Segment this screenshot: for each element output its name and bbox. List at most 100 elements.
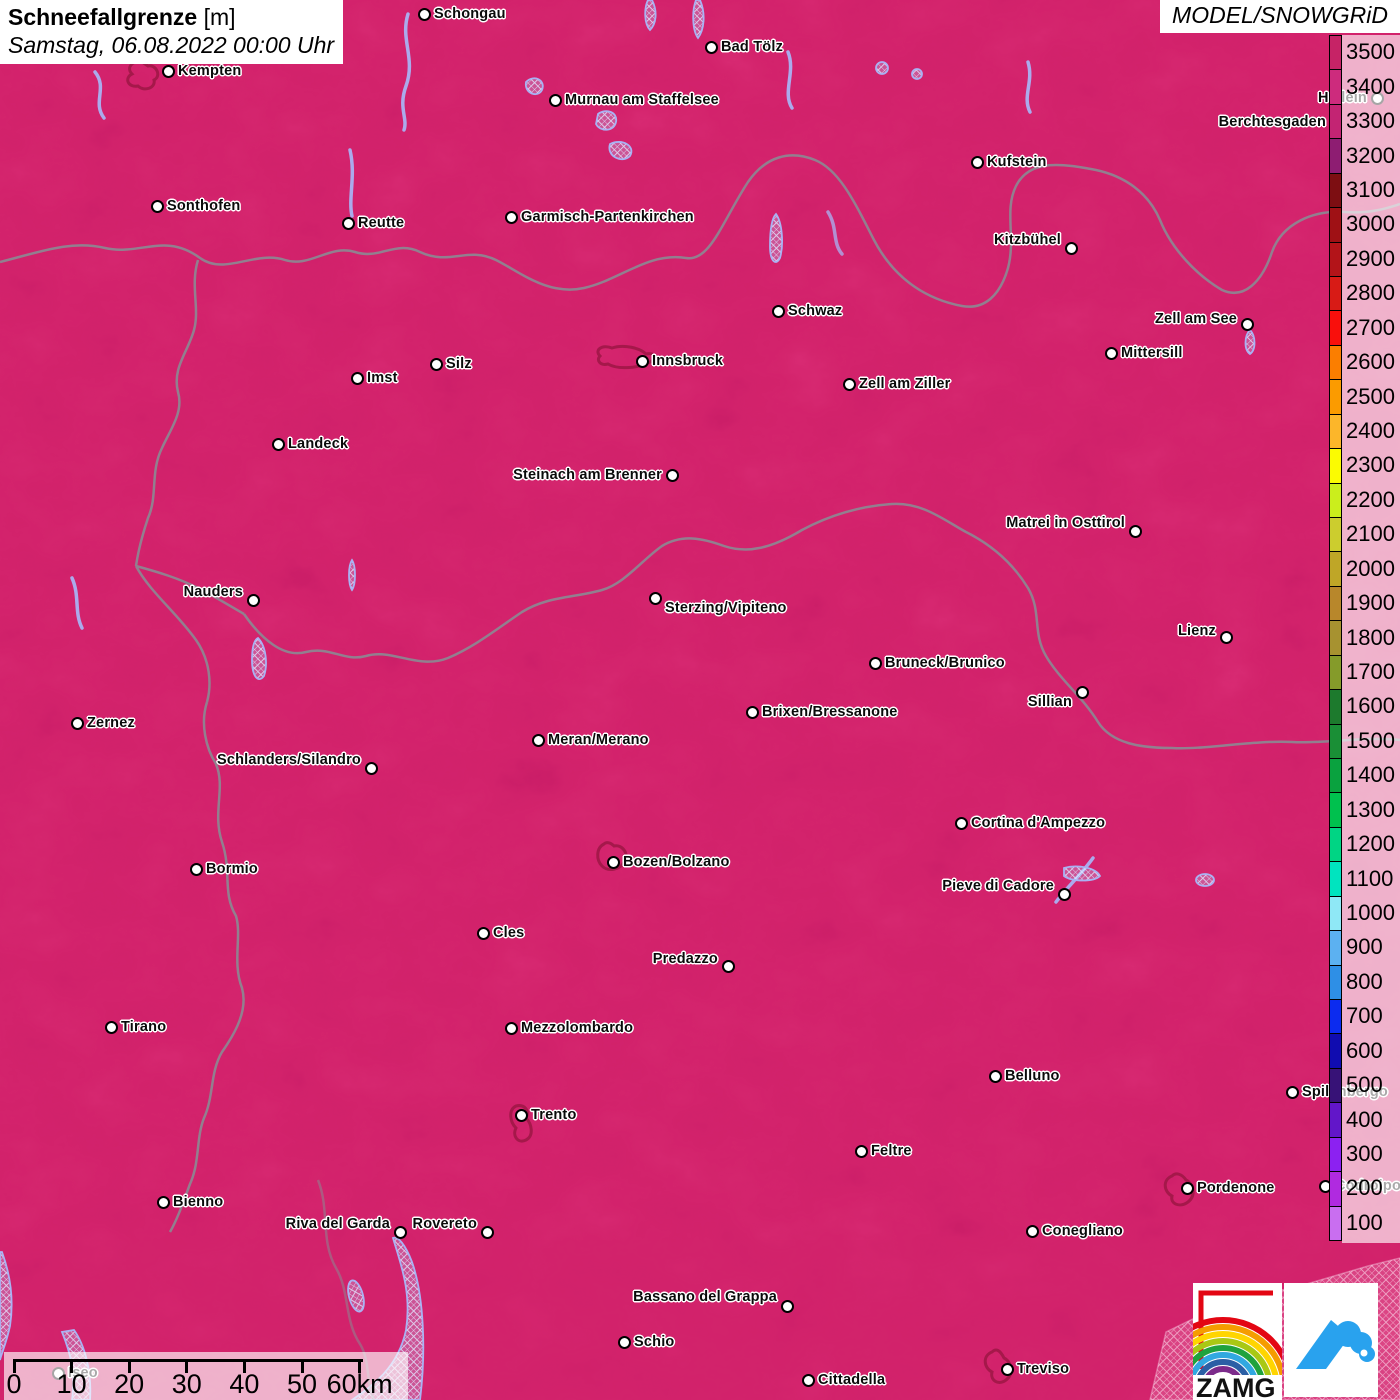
town-marker [1075,685,1089,699]
colorbar-chip [1329,241,1342,277]
distance-scalebar: 0 10 20 30 40 50 60km [4,1352,408,1400]
town-marker [721,959,735,973]
town-label: Sonthofen [167,198,241,214]
colorbar-chip [1329,620,1342,656]
colorbar-chip [1329,758,1342,794]
colorbar-tick-label: 2100 [1346,521,1395,547]
town-marker [1064,241,1078,255]
colorbar-tick-label: 300 [1346,1140,1383,1166]
zamg-logo: ZAMG [1193,1283,1282,1400]
colorbar-tick-label: 2300 [1346,452,1395,478]
colorbar-chip [1329,723,1342,759]
town-label: Trento [531,1107,577,1123]
colorbar-chip [1329,895,1342,932]
towns-layer: Schongau Bad Tölz Kempten Murnau am Staffel… [0,0,1400,1400]
town-label: Reutte [358,215,405,231]
colorbar-chip [1329,585,1342,622]
scalebar-label: 40 [229,1369,260,1399]
colorbar-tick-label: 500 [1346,1072,1383,1098]
town-marker [189,862,203,876]
colorbar-tick-label: 3500 [1346,39,1395,65]
town-marker [150,199,164,213]
scalebar-label: 20 [114,1369,145,1399]
town-marker [104,1020,118,1034]
scalebar-label: 30 [171,1369,202,1399]
town-marker [476,926,490,940]
colorbar-tick-label: 3000 [1346,211,1395,237]
town-label: Cortina d'Ampezzo [971,815,1106,831]
colorbar-chip [1329,1136,1342,1173]
town-marker [246,593,260,607]
colorbar-chip [1329,172,1342,209]
town-label: Conegliano [1042,1223,1123,1239]
town-marker [648,591,662,605]
town-label: Brixen/Bressanone [762,704,898,720]
colorbar-tick-label: 1900 [1346,590,1395,616]
colorbar-tick-label: 600 [1346,1037,1383,1063]
town-label: Bozen/Bolzano [623,854,730,870]
town-label: Zernez [87,715,135,731]
zamg-logo-text: ZAMG [1196,1373,1275,1400]
zamg-logo-graphic: ZAMG [1193,1290,1282,1400]
town-marker [350,371,364,385]
town-marker [665,468,679,482]
town-label: Riva del Garda [285,1216,390,1232]
town-marker [868,656,882,670]
colorbar-strip [1329,35,1342,1243]
town-marker [393,1225,407,1239]
town-label: Murnau am Staffelsee [565,92,719,108]
colorbar-tick-label: 2400 [1346,417,1395,443]
colorbar-chip [1329,826,1342,863]
town-label: Pordenone [1197,1180,1275,1196]
town-label: Treviso [1017,1361,1070,1377]
town-marker [70,716,84,730]
town-label: Schwaz [788,303,843,319]
colorbar-tick-label: 2500 [1346,383,1395,409]
town-label: Mezzolombardo [521,1020,634,1036]
town-marker [780,1299,794,1313]
town-marker [635,354,649,368]
map-title: Schneefallgrenze [8,4,198,30]
colorbar-chip [1329,861,1342,897]
town-marker [417,7,431,21]
weather-map-viewport: Schongau Bad Tölz Kempten Murnau am Staffel… [0,0,1400,1400]
town-marker [1240,317,1254,331]
town-marker [531,733,545,747]
colorbar-tick-label: 1400 [1346,762,1395,788]
colorbar-chip [1329,69,1342,105]
town-label: Belluno [1005,1068,1060,1084]
colorbar-chip [1329,103,1342,140]
scalebar-label: 50 [286,1369,318,1399]
town-marker [1219,630,1233,644]
town-label: Steinach am Brenner [513,467,662,483]
town-marker [504,210,518,224]
colorbar-tick-label: 3200 [1346,142,1395,168]
town-label: Berchtesgaden [1218,114,1326,130]
town-label: Rovereto [412,1216,477,1232]
colorbar-chip [1329,379,1342,415]
scalebar-line [14,1359,363,1362]
colorbar-tick-label: 1100 [1346,865,1394,891]
colorbar-tick-label: 2700 [1346,314,1395,340]
town-marker [771,304,785,318]
colorbar-tick-label: 1500 [1346,727,1395,753]
town-marker [1285,1085,1299,1099]
colorbar-labels: 3500 3400 3300 3200 3100 3000 2900 2800 2700 2600… [1342,35,1400,1243]
town-label: Predazzo [652,951,718,967]
colorbar-chip [1329,964,1342,1000]
town-marker [504,1021,518,1035]
town-label: Sillian [1027,694,1072,710]
colorbar-tick-label: 800 [1346,968,1383,994]
colorbar-tick-label: 2200 [1346,486,1395,512]
town-label: Bad Tölz [721,39,784,55]
town-label: Mittersill [1121,345,1183,361]
scalebar-label: 60km [326,1369,393,1399]
town-label: Garmisch-Partenkirchen [521,209,694,225]
town-label: Innsbruck [652,353,724,369]
town-label: Zell am Ziller [859,376,951,392]
town-label: Kufstein [987,154,1047,170]
map-title-line: Schneefallgrenze [m] [8,3,334,31]
scalebar-label: 10 [56,1369,87,1399]
town-marker [429,357,443,371]
title-box: Schneefallgrenze [m] Samstag, 06.08.2022… [0,0,344,64]
